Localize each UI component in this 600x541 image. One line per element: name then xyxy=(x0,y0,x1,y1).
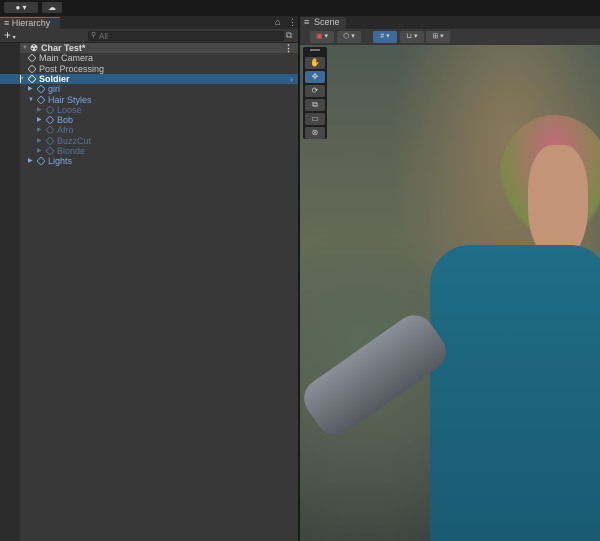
expand-arrow-icon[interactable]: ▼ xyxy=(28,95,34,105)
scene-row[interactable]: ▼ ☢ Char Test* ⋮ xyxy=(20,43,298,53)
hierarchy-item[interactable]: ▶ Loose xyxy=(20,105,298,115)
chevron-right-icon[interactable]: › xyxy=(290,74,293,84)
item-label: Post Processing xyxy=(39,63,105,74)
character-body xyxy=(430,245,600,541)
character-face xyxy=(528,145,588,260)
hierarchy-panel: ≡ Hierarchy ⌂ ⋮ + ▾ ⚲ ⧉ ▼☢Char Test*⋮Mai… xyxy=(0,16,298,541)
rotate-tool[interactable]: ⟳ xyxy=(305,85,325,97)
move-tool[interactable]: ✥ xyxy=(305,71,325,83)
expand-arrow-icon[interactable]: ▶ xyxy=(37,146,42,156)
item-label: BuzzCut xyxy=(57,135,92,146)
item-label: Lights xyxy=(48,156,73,167)
gameobject-cube-icon xyxy=(45,125,55,135)
scene-toolbar: ▣ ▾ ⬡ ▾ # ▾ ⊔ ▾ ⊞ ▾ xyxy=(300,29,600,45)
item-label: Blonde xyxy=(57,146,86,156)
hierarchy-item[interactable]: ▶ BuzzCut xyxy=(20,136,298,146)
hierarchy-item[interactable]: ▶ Bob xyxy=(20,115,298,125)
drag-handle[interactable] xyxy=(310,49,320,51)
gutter xyxy=(0,43,20,541)
expand-arrow-icon[interactable]: ▶ xyxy=(37,105,42,115)
item-label: Bob xyxy=(57,115,74,126)
hierarchy-item[interactable]: › ▼ Soldier xyxy=(0,73,298,84)
gameobject-cube-icon xyxy=(45,115,55,125)
cloud-icon: ☁ xyxy=(48,3,56,12)
unity-scene-icon: ☢ xyxy=(30,43,39,53)
rotate-icon: ⟳ xyxy=(311,86,319,95)
kebab-menu-icon[interactable]: ⋮ xyxy=(288,17,297,28)
grid-snap-button[interactable]: # ▾ xyxy=(373,31,397,43)
gameobject-cube-icon xyxy=(45,146,55,156)
search-input[interactable] xyxy=(88,31,284,41)
transform-tool[interactable]: ⊛ xyxy=(305,127,325,139)
scene-label: Char Test* xyxy=(41,43,86,53)
ruler-icon: ⊞ xyxy=(432,33,439,40)
hierarchy-item[interactable]: ▼ Hair Styles xyxy=(20,95,298,105)
gameobject-cube-icon xyxy=(27,64,37,74)
gameobject-cube-icon xyxy=(36,84,46,94)
hierarchy-item[interactable]: ▶ girl xyxy=(20,84,298,94)
expand-arrow-icon[interactable]: ▼ xyxy=(22,43,28,53)
transform-icon: ⊛ xyxy=(311,128,319,137)
expand-arrow-icon[interactable]: ▼ xyxy=(19,74,25,84)
tab-scene[interactable]: ≡ Scene xyxy=(300,17,346,29)
tab-label: Scene xyxy=(314,17,340,27)
account-button[interactable]: ● ▾ xyxy=(4,2,38,13)
rect-icon: ▭ xyxy=(311,114,319,123)
search-options-icon[interactable]: ⧉ xyxy=(286,30,292,41)
render-mode-button[interactable]: ⬡ ▾ xyxy=(337,31,361,43)
hierarchy-item[interactable]: Main Camera xyxy=(20,53,298,63)
gameobject-cube-icon xyxy=(27,53,37,63)
scene-panel: ≡ Scene ▣ ▾ ⬡ ▾ # ▾ ⊔ ▾ ⊞ ▾ ✋ ✥ ⟳ ⧉ ▭ ⊛ xyxy=(300,16,600,541)
expand-arrow-icon[interactable]: ▶ xyxy=(28,84,33,94)
scale-tool[interactable]: ⧉ xyxy=(305,99,325,111)
scene-tab-icon: ≡ xyxy=(304,17,310,27)
account-icon: ● ▾ xyxy=(15,3,27,12)
draw-mode-button[interactable]: ▣ ▾ xyxy=(310,31,334,43)
add-label: + xyxy=(4,28,12,42)
hand-tool[interactable]: ✋ xyxy=(305,57,325,69)
hierarchy-item[interactable]: ▶ Blonde xyxy=(20,146,298,156)
tab-label: Hierarchy xyxy=(11,18,51,28)
item-label: girl xyxy=(48,84,61,95)
hierarchy-item[interactable]: ▶ Lights xyxy=(20,156,298,166)
hierarchy-item[interactable]: Post Processing xyxy=(20,64,298,74)
tools-overlay: ✋ ✥ ⟳ ⧉ ▭ ⊛ xyxy=(303,47,327,139)
expand-arrow-icon[interactable]: ▶ xyxy=(28,156,33,166)
gameobject-cube-icon xyxy=(27,74,37,84)
expand-arrow-icon[interactable]: ▶ xyxy=(37,136,42,146)
item-label: Loose xyxy=(57,104,82,115)
top-toolbar: ● ▾ ☁ xyxy=(0,0,600,16)
hierarchy-item[interactable]: ▶ Afro xyxy=(20,125,298,135)
item-label: Soldier xyxy=(39,73,70,84)
magnet-icon: ⊔ xyxy=(406,33,412,40)
expand-arrow-icon[interactable]: ▶ xyxy=(37,115,42,125)
gameobject-cube-icon xyxy=(36,94,46,105)
item-label: Afro xyxy=(57,125,74,136)
scale-icon: ⧉ xyxy=(312,100,318,109)
move-icon: ✥ xyxy=(311,72,319,81)
lock-icon[interactable]: ⌂ xyxy=(275,17,280,27)
expand-arrow-icon[interactable]: ▶ xyxy=(37,125,42,135)
cube-icon: ⬡ xyxy=(343,33,350,40)
draw-mode-icon: ▣ xyxy=(315,33,323,40)
search-icon: ⚲ xyxy=(91,32,97,39)
snap-button[interactable]: ⊔ ▾ xyxy=(400,31,424,43)
scene-viewport[interactable]: ✋ ✥ ⟳ ⧉ ▭ ⊛ xyxy=(300,45,600,541)
increment-snap-button[interactable]: ⊞ ▾ xyxy=(426,31,450,43)
item-label: Main Camera xyxy=(39,53,94,64)
gameobject-cube-icon xyxy=(45,105,55,115)
item-label: Hair Styles xyxy=(48,94,92,105)
grid-icon: # xyxy=(380,33,385,40)
scene-menu-icon[interactable]: ⋮ xyxy=(284,43,293,53)
cloud-button[interactable]: ☁ xyxy=(42,2,62,13)
gameobject-cube-icon xyxy=(36,156,46,166)
rect-tool[interactable]: ▭ xyxy=(305,113,325,125)
gameobject-cube-icon xyxy=(45,136,55,146)
hand-icon: ✋ xyxy=(310,58,320,67)
